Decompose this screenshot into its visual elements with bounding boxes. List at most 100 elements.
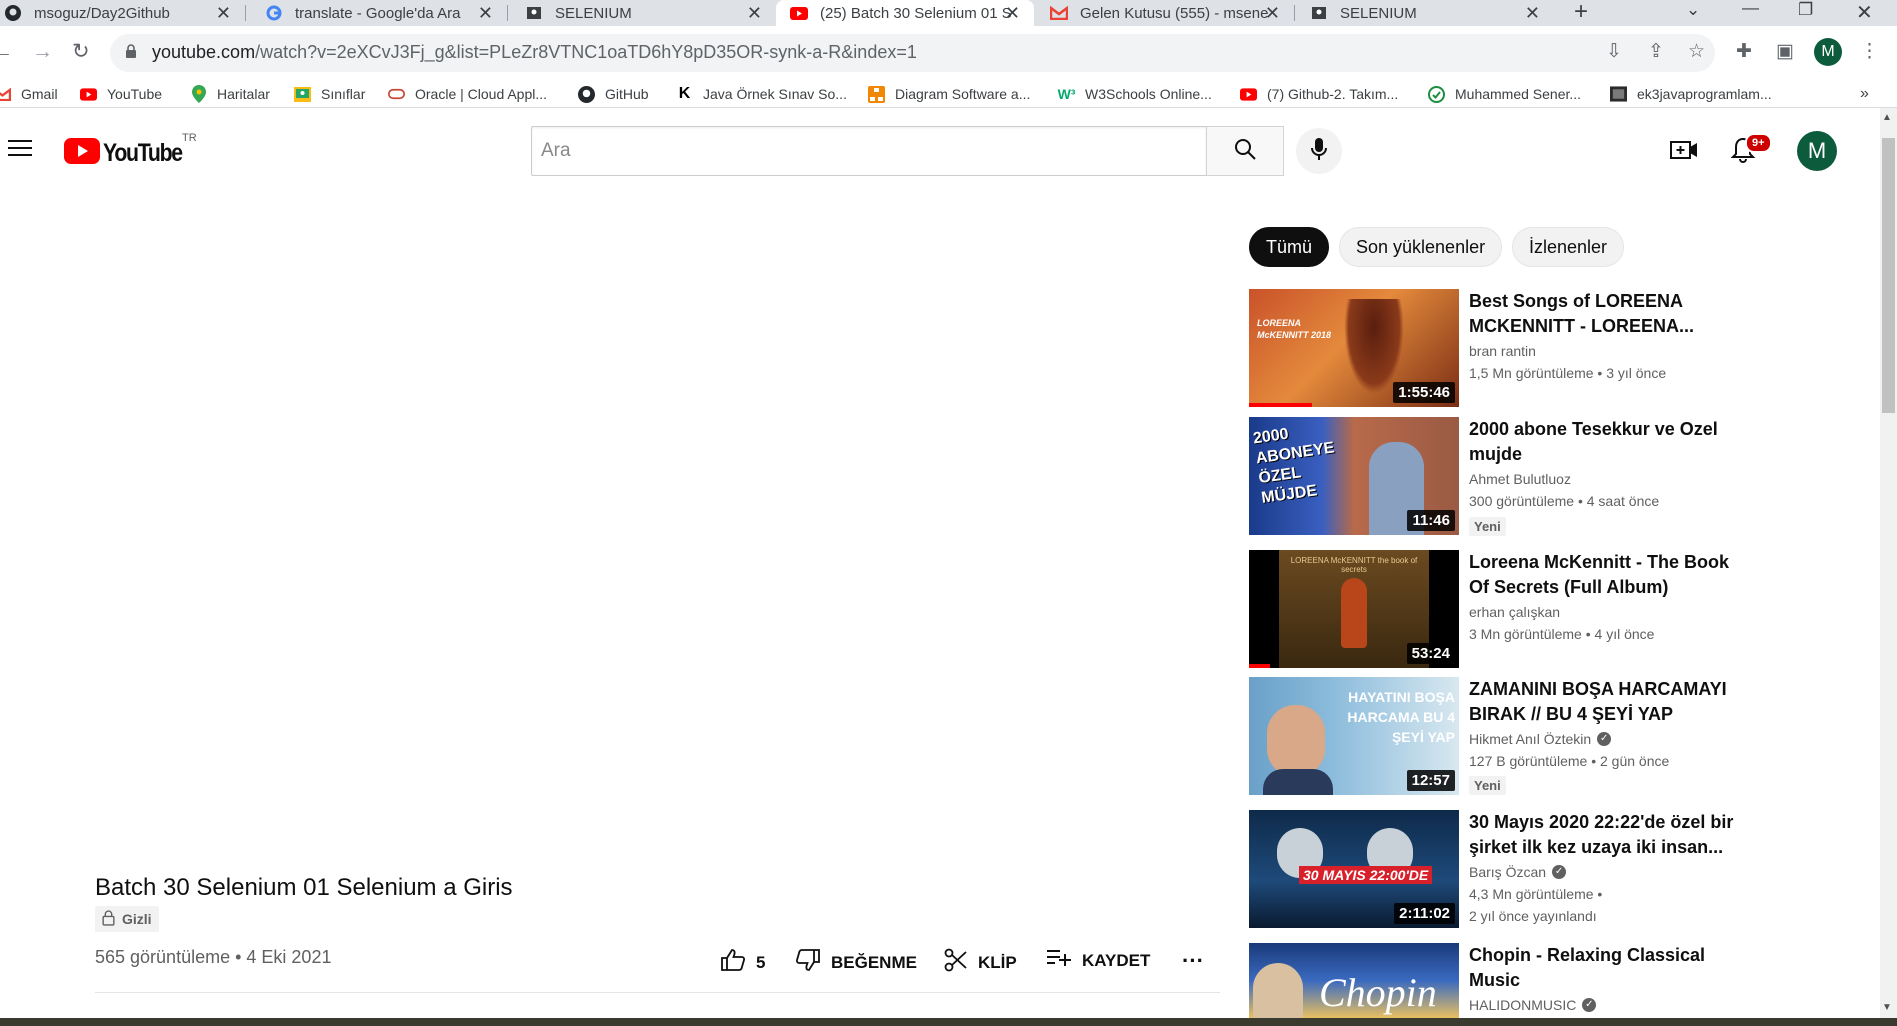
profile-avatar[interactable]: M (1814, 38, 1842, 66)
share-icon[interactable]: ⇪ (1648, 40, 1664, 63)
reload-icon[interactable]: ↻ (72, 39, 90, 64)
video-thumbnail[interactable]: LOREENA McKENNITT the book of secrets 53… (1249, 550, 1459, 668)
menu-dots-icon[interactable]: ⋮ (1860, 40, 1879, 63)
recommendation-title[interactable]: Chopin - Relaxing Classical Music (1469, 943, 1739, 993)
browser-tab[interactable]: SELENIUM ✕ (1296, 0, 1554, 26)
minimize-icon[interactable]: — (1742, 0, 1759, 18)
bookmark-star-icon[interactable]: ☆ (1688, 40, 1705, 63)
search-icon (1233, 137, 1257, 166)
forward-icon[interactable]: → (32, 40, 53, 64)
scroll-up-arrow-icon[interactable]: ▲ (1882, 112, 1892, 123)
bookmark-label: Muhammed Sener... (1455, 86, 1582, 102)
install-icon[interactable]: ⇩ (1606, 40, 1622, 63)
voice-search-button[interactable] (1296, 128, 1342, 174)
channel-name[interactable]: erhan çalışkan (1469, 604, 1560, 620)
recommendation-title[interactable]: 2000 abone Tesekkur ve Ozel mujde (1469, 417, 1739, 467)
video-thumbnail[interactable]: LOREENA McKENNITT 2018 1:55:46 (1249, 289, 1459, 407)
clip-button[interactable]: KLİP (944, 948, 1017, 977)
browser-tab-strip: msoguz/Day2Github ✕ translate - Google'd… (0, 0, 1897, 26)
recommendation-title[interactable]: Loreena McKennitt - The Book Of Secrets … (1469, 550, 1739, 600)
channel-name[interactable]: bran rantin (1469, 343, 1536, 359)
video-thumbnail[interactable]: HAYATINI BOŞA HARCAMA BU 4 ŞEYİ YAP 12:5… (1249, 677, 1459, 795)
more-bookmarks-button[interactable]: » (1860, 84, 1869, 104)
chip-watched[interactable]: İzlenenler (1512, 227, 1625, 267)
scrollbar-thumb[interactable] (1882, 138, 1895, 413)
youtube-logo[interactable]: YouTube (64, 138, 196, 169)
dislike-button[interactable]: BEĞENME (795, 948, 917, 977)
channel-name[interactable]: Ahmet Bulutluoz (1469, 471, 1571, 487)
bookmark-label: Diagram Software a... (895, 86, 1031, 102)
bookmark-item[interactable]: YouTube (80, 84, 162, 104)
video-thumbnail[interactable]: 2000 ABONEYE ÖZEL MÜJDE 11:46 (1249, 417, 1459, 535)
bookmark-item[interactable]: Sınıflar (294, 84, 365, 104)
extensions-icon[interactable]: ✚ (1736, 40, 1752, 63)
video-player[interactable] (0, 188, 1232, 860)
close-icon[interactable]: ✕ (747, 3, 762, 24)
bookmark-item[interactable]: Oracle | Cloud Appl... (388, 84, 547, 104)
search-input[interactable]: Ara (531, 126, 1207, 176)
thumbnail-text: HAYATINI BOŞA HARCAMA BU 4 ŞEYİ YAP (1347, 689, 1455, 745)
more-actions-button[interactable]: ··· (1182, 948, 1204, 974)
bookmark-item[interactable]: GitHub (578, 84, 649, 104)
divider (95, 992, 1220, 993)
thumbnail-text: LOREENA McKENNITT the book of secrets (1290, 556, 1418, 574)
chip-recent-uploads[interactable]: Son yüklenenler (1339, 227, 1503, 267)
search-button[interactable] (1206, 126, 1284, 176)
browser-tab-active[interactable]: (25) Batch 30 Selenium 01 S ✕ (776, 0, 1034, 26)
close-icon[interactable]: ✕ (1005, 3, 1020, 24)
gmail-icon (1050, 4, 1068, 22)
chip-all[interactable]: Tümü (1249, 227, 1330, 267)
close-icon[interactable]: ✕ (478, 3, 493, 24)
video-thumbnail[interactable]: Chopin (1249, 943, 1459, 1018)
recommendation-item[interactable]: LOREENA McKENNITT the book of secrets 53… (1249, 550, 1869, 668)
new-tab-button[interactable]: + (1574, 0, 1588, 26)
recommendation-item[interactable]: 30 MAYIS 22:00'DE 2:11:02 30 Mayıs 2020 … (1249, 810, 1869, 928)
browser-tab[interactable]: msoguz/Day2Github ✕ (0, 0, 246, 26)
tab-search-icon[interactable]: ⌄ (1686, 0, 1700, 20)
back-icon[interactable]: ← (0, 40, 13, 64)
bookmark-item[interactable]: K Java Örnek Sınav So... (676, 84, 847, 104)
create-video-icon[interactable] (1670, 138, 1698, 167)
restore-icon[interactable]: ❐ (1798, 0, 1813, 20)
account-avatar[interactable]: M (1797, 131, 1837, 171)
url-text[interactable]: youtube.com/watch?v=2eXCvJ3Fj_g&list=PLe… (152, 42, 917, 63)
recommendation-item[interactable]: HAYATINI BOŞA HARCAMA BU 4 ŞEYİ YAP 12:5… (1249, 677, 1869, 795)
channel-name[interactable]: HALIDONMUSIC ✓ (1469, 997, 1597, 1013)
bookmark-item[interactable]: Muhammed Sener... (1428, 84, 1581, 104)
recommendation-item[interactable]: LOREENA McKENNITT 2018 1:55:46 Best Song… (1249, 289, 1869, 407)
bookmark-label: Java Örnek Sınav So... (703, 86, 847, 102)
scroll-down-arrow-icon[interactable]: ▼ (1882, 1002, 1892, 1013)
browser-tab[interactable]: translate - Google'da Ara ✕ (251, 0, 508, 26)
browser-tab[interactable]: Gelen Kutusu (555) - msene ✕ (1036, 0, 1295, 26)
browser-tab[interactable]: SELENIUM ✕ (511, 0, 776, 26)
bookmark-item[interactable]: Diagram Software a... (868, 84, 1030, 104)
lock-icon[interactable] (125, 44, 137, 64)
channel-label: bran rantin (1469, 343, 1536, 359)
video-thumbnail[interactable]: 30 MAYIS 22:00'DE 2:11:02 (1249, 810, 1459, 928)
bookmark-item[interactable]: Gmail (0, 84, 58, 104)
channel-label: Barış Özcan (1469, 864, 1547, 880)
recommendation-item[interactable]: Chopin Chopin - Relaxing Classical Music… (1249, 943, 1869, 1018)
channel-name[interactable]: Hikmet Anıl Öztekin ✓ (1469, 731, 1612, 747)
hamburger-menu-icon[interactable] (8, 138, 32, 163)
thumbnail-figure (1344, 299, 1404, 394)
microphone-icon (1310, 137, 1328, 166)
bookmark-label: GitHub (605, 86, 649, 102)
window-close-icon[interactable]: ✕ (1856, 0, 1873, 25)
bookmark-item[interactable]: (7) Github-2. Takım... (1240, 84, 1398, 104)
recommendation-title[interactable]: 30 Mayıs 2020 22:22'de özel bir şirket i… (1469, 810, 1739, 860)
recommendation-item[interactable]: 2000 ABONEYE ÖZEL MÜJDE 11:46 2000 abone… (1249, 417, 1869, 536)
new-badge: Yeni (1469, 517, 1506, 536)
recommendation-title[interactable]: Best Songs of LOREENA MCKENNITT - LOREEN… (1469, 289, 1739, 339)
close-icon[interactable]: ✕ (1525, 3, 1540, 24)
bookmark-item[interactable]: Haritalar (190, 84, 270, 104)
recommendation-title[interactable]: ZAMANINI BOŞA HARCAMAYI BIRAK // BU 4 ŞE… (1469, 677, 1739, 727)
bookmark-item[interactable]: ek3javaprogramlam... (1610, 84, 1772, 104)
save-button[interactable]: KAYDET (1046, 948, 1150, 973)
bookmark-item[interactable]: W³ W3Schools Online... (1058, 84, 1212, 104)
like-button[interactable]: 5 (720, 948, 765, 977)
close-icon[interactable]: ✕ (216, 3, 231, 24)
side-panel-icon[interactable]: ▣ (1776, 40, 1794, 63)
close-icon[interactable]: ✕ (1265, 3, 1280, 24)
channel-name[interactable]: Barış Özcan ✓ (1469, 864, 1567, 880)
